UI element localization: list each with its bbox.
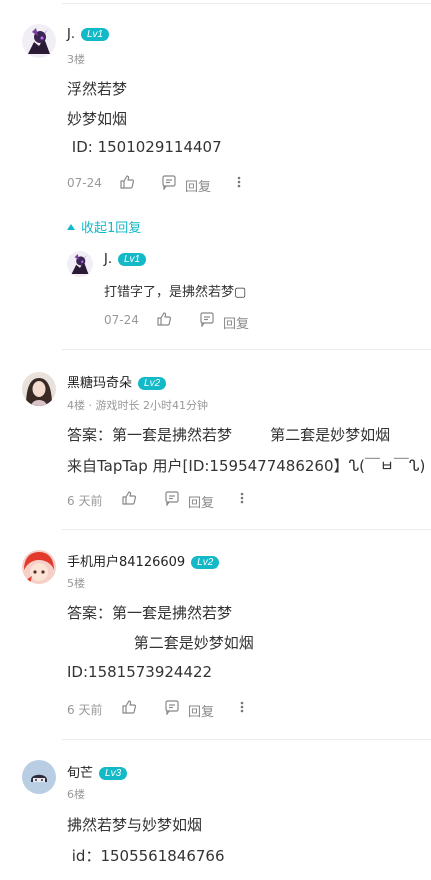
comment-text-line: ID:1581573924422 bbox=[67, 663, 213, 681]
collapse-replies-button[interactable]: 收起1回复 bbox=[67, 217, 141, 236]
comment-text-line: 答案：第一套是拂然若梦 bbox=[67, 604, 233, 622]
reply-button[interactable]: 回复 bbox=[199, 311, 249, 332]
avatar[interactable] bbox=[22, 760, 56, 794]
reply-label: 回复 bbox=[188, 496, 215, 511]
more-icon bbox=[237, 176, 241, 188]
comment-username[interactable]: 旬芒 Lv3 bbox=[67, 762, 128, 781]
reply-button[interactable]: 回复 bbox=[164, 490, 214, 511]
level-badge: Lv2 bbox=[191, 556, 220, 569]
like-button[interactable] bbox=[121, 699, 137, 718]
reply-button[interactable]: 回复 bbox=[161, 174, 211, 195]
comment-divider bbox=[62, 739, 431, 740]
level-badge: Lv1 bbox=[117, 253, 147, 266]
floor-number: 3楼 bbox=[67, 53, 85, 66]
more-button[interactable] bbox=[238, 490, 246, 509]
level-badge: Lv3 bbox=[99, 767, 128, 780]
reply-icon bbox=[165, 491, 179, 507]
comment-text-line: 答案：第一套是拂然若梦 第二套是妙梦如烟 bbox=[67, 426, 391, 444]
comment-date: 6 天前 bbox=[67, 494, 103, 508]
comment-text-line: 浮然若梦 bbox=[67, 80, 128, 98]
reply-label: 回复 bbox=[223, 317, 250, 332]
thumbs-up-icon bbox=[120, 175, 135, 189]
reply-username[interactable]: J. Lv1 bbox=[104, 252, 147, 267]
floor-number: 6楼 bbox=[67, 788, 85, 801]
comment-text-line: 拂然若梦与妙梦如烟 bbox=[67, 816, 203, 834]
comment-date: 07-24 bbox=[67, 176, 102, 190]
thumbs-up-icon bbox=[122, 491, 137, 505]
comment-actions: 07-24 回复 bbox=[67, 174, 267, 195]
more-icon bbox=[240, 701, 244, 713]
comment-text-line: ID: 1501029114407 bbox=[67, 138, 222, 156]
reply-label: 回复 bbox=[188, 705, 215, 720]
comment-text-line: 来自TapTap 用户[ID:1595477486260】ᔐ(￣ㅂ￣ᔐ) bbox=[67, 457, 426, 475]
comment-actions: 6 天前 回复 bbox=[67, 490, 267, 511]
reply-label: 回复 bbox=[185, 180, 212, 195]
reply-icon bbox=[165, 700, 179, 716]
like-button[interactable] bbox=[156, 311, 172, 330]
comment-text-line: 第二套是妙梦如烟 bbox=[67, 634, 254, 652]
more-icon bbox=[240, 492, 244, 504]
like-button[interactable] bbox=[121, 490, 137, 509]
thumbs-up-icon bbox=[122, 700, 137, 714]
comment-divider bbox=[62, 529, 431, 530]
reply-date: 07-24 bbox=[104, 313, 139, 327]
reply-icon bbox=[162, 175, 176, 191]
comment-username[interactable]: 黑糖玛奇朵 Lv2 bbox=[67, 372, 167, 391]
comment-text-line: id：1505561846766 bbox=[67, 847, 225, 865]
comment-actions: 6 天前 回复 bbox=[67, 699, 267, 720]
more-button[interactable] bbox=[238, 699, 246, 718]
comment-username[interactable]: 手机用户84126609 Lv2 bbox=[67, 551, 220, 570]
reply-avatar[interactable] bbox=[67, 251, 93, 277]
more-button[interactable] bbox=[235, 174, 243, 193]
top-divider bbox=[62, 3, 431, 4]
level-badge: Lv2 bbox=[138, 377, 167, 390]
comment-date: 6 天前 bbox=[67, 703, 103, 717]
triangle-up-icon bbox=[67, 224, 75, 230]
avatar[interactable] bbox=[22, 24, 56, 58]
floor-number: 5楼 bbox=[67, 577, 85, 590]
comment-divider bbox=[62, 349, 431, 350]
comment-text-line: 妙梦如烟 bbox=[67, 110, 128, 128]
floor-number: 4楼 · 游戏时长 2小时41分钟 bbox=[67, 399, 208, 412]
like-button[interactable] bbox=[119, 174, 135, 193]
avatar[interactable] bbox=[22, 372, 56, 406]
comment-username[interactable]: J. Lv1 bbox=[67, 27, 110, 42]
reply-actions: 07-24 回复 bbox=[104, 311, 304, 332]
reply-text: 打错字了，是拂然若梦▢ bbox=[104, 285, 247, 300]
reply-icon bbox=[200, 312, 214, 328]
reply-button[interactable]: 回复 bbox=[164, 699, 214, 720]
level-badge: Lv1 bbox=[80, 28, 110, 41]
thumbs-up-icon bbox=[157, 312, 172, 326]
avatar[interactable] bbox=[22, 550, 56, 584]
